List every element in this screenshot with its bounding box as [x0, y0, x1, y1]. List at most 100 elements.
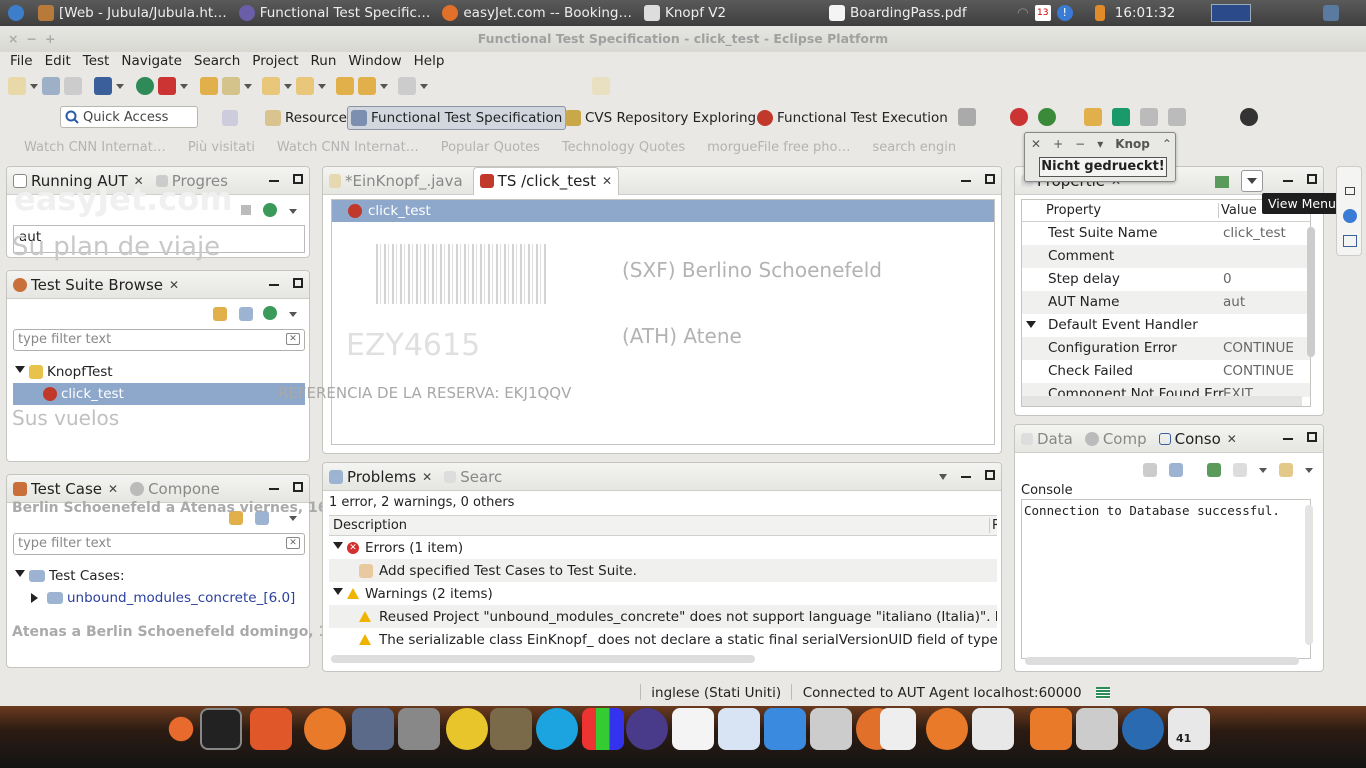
- edit-icon[interactable]: [222, 77, 240, 95]
- expand-triangle-icon[interactable]: [333, 541, 343, 554]
- shopping-bag-icon[interactable]: [250, 708, 292, 750]
- clear-filter-icon[interactable]: ✕: [286, 333, 300, 345]
- save-all-icon[interactable]: [42, 77, 60, 95]
- forward-icon[interactable]: [358, 77, 376, 95]
- settings-gear-icon[interactable]: [304, 708, 346, 750]
- collapse-all-icon[interactable]: [239, 307, 253, 321]
- run-icon[interactable]: [136, 77, 154, 95]
- column-value[interactable]: Value: [1218, 203, 1257, 218]
- column-property[interactable]: Property: [1046, 203, 1101, 218]
- perspective-functional-test-exec[interactable]: Functional Test Execution: [754, 106, 951, 130]
- calculator-icon[interactable]: [398, 708, 440, 750]
- restore-icon[interactable]: [1345, 187, 1355, 195]
- minimize-icon[interactable]: [961, 476, 971, 478]
- java-icon[interactable]: [972, 708, 1014, 750]
- test-case-filter-input[interactable]: type filter text ✕: [13, 533, 305, 555]
- help-view-icon[interactable]: [1343, 209, 1357, 223]
- clear-console-icon[interactable]: [1143, 463, 1157, 477]
- console-hscrollbar[interactable]: [1025, 657, 1299, 665]
- menu-edit[interactable]: Edit: [39, 53, 77, 69]
- maximize-icon[interactable]: [985, 174, 995, 184]
- aut-start-icon[interactable]: [1038, 108, 1056, 126]
- document-icon[interactable]: [718, 708, 760, 750]
- next-dropdown-icon[interactable]: [420, 77, 428, 95]
- console-vscrollbar[interactable]: [1305, 505, 1313, 645]
- minimize-icon[interactable]: [1283, 438, 1293, 440]
- collapse-triangle-icon[interactable]: [31, 593, 43, 603]
- minimize-icon[interactable]: [269, 488, 279, 490]
- property-row-aut-name[interactable]: AUT Name aut: [1022, 291, 1310, 314]
- run-suite-dropdown-icon[interactable]: [289, 312, 297, 321]
- close-icon[interactable]: ✕: [1227, 432, 1237, 446]
- maximize-icon[interactable]: [985, 470, 995, 480]
- notification-icon[interactable]: !: [1053, 0, 1077, 26]
- edit-dropdown-icon[interactable]: [244, 77, 252, 95]
- save-dropdown-icon[interactable]: [116, 77, 124, 95]
- back-icon[interactable]: [336, 77, 354, 95]
- files-icon[interactable]: [1076, 708, 1118, 750]
- display-console-icon[interactable]: [1233, 463, 1247, 477]
- run-suite-icon[interactable]: [263, 306, 277, 320]
- dropbox-icon[interactable]: [764, 708, 806, 750]
- minimize-icon[interactable]: [269, 180, 279, 182]
- import-icon[interactable]: [262, 77, 280, 95]
- problem-group-errors[interactable]: ✕ Errors (1 item): [329, 536, 997, 559]
- menu-project[interactable]: Project: [246, 53, 304, 69]
- menu-file[interactable]: File: [4, 53, 39, 69]
- property-row-test-suite-name[interactable]: Test Suite Name click_test: [1022, 222, 1310, 245]
- pause-icon[interactable]: [1168, 108, 1186, 126]
- record-icon[interactable]: [1010, 108, 1028, 126]
- system-settings-icon[interactable]: [926, 708, 968, 750]
- perspective-cvs[interactable]: CVS Repository Exploring: [562, 106, 759, 130]
- eclipse-dock-icon[interactable]: [626, 708, 668, 750]
- expand-triangle-icon[interactable]: [1026, 321, 1036, 333]
- tab-search[interactable]: Searc: [438, 463, 508, 491]
- scroll-lock-icon[interactable]: [1169, 463, 1183, 477]
- property-row-comment[interactable]: Comment: [1022, 245, 1310, 268]
- stop-aut-icon[interactable]: [241, 205, 251, 215]
- expand-triangle-icon[interactable]: [15, 366, 25, 378]
- maximize-icon[interactable]: [293, 482, 303, 492]
- calendar-icon[interactable]: 13: [1033, 0, 1053, 26]
- quick-access-input[interactable]: Quick Access: [60, 106, 198, 128]
- open-console-icon[interactable]: [1279, 463, 1293, 477]
- close-icon[interactable]: ✕: [422, 470, 432, 484]
- writer-icon[interactable]: [672, 708, 714, 750]
- property-row-default-event-handler[interactable]: Default Event Handler: [1022, 314, 1310, 337]
- problem-row[interactable]: Reused Project "unbound_modules_concrete…: [329, 605, 997, 628]
- ubuntu-menu-icon[interactable]: [0, 0, 32, 26]
- map-icon[interactable]: [1084, 108, 1102, 126]
- debug-icon[interactable]: [158, 77, 176, 95]
- tab-problems[interactable]: Problems ✕: [323, 463, 438, 491]
- export-dropdown-icon[interactable]: [318, 77, 326, 95]
- maximize-icon[interactable]: +: [1053, 137, 1063, 151]
- properties-hscrollbar[interactable]: [1022, 396, 1302, 406]
- tab-ts-click-test[interactable]: TS /click_test ✕: [472, 166, 620, 195]
- user-icon[interactable]: [1317, 0, 1345, 26]
- close-icon[interactable]: ✕: [1031, 137, 1041, 151]
- pin-view-icon[interactable]: [1215, 176, 1229, 188]
- menu-navigate[interactable]: Navigate: [115, 53, 188, 69]
- teapot-icon[interactable]: [446, 708, 488, 750]
- properties-vscrollbar[interactable]: [1307, 227, 1315, 357]
- bug-icon[interactable]: [1240, 108, 1258, 126]
- maximize-icon[interactable]: [293, 278, 303, 288]
- start-aut-icon[interactable]: [263, 203, 277, 217]
- tree-item-test-cases[interactable]: Test Cases:: [13, 565, 305, 587]
- pin-icon[interactable]: [592, 77, 610, 95]
- console-output[interactable]: Connection to Database successful.: [1021, 499, 1311, 659]
- tab-test-case-browser[interactable]: Test Case ✕: [7, 475, 124, 503]
- expand-triangle-icon[interactable]: [333, 587, 343, 600]
- menu-window[interactable]: Window: [342, 53, 407, 69]
- problems-hscrollbar[interactable]: [331, 655, 755, 663]
- menu-dropdown-icon[interactable]: ▾: [1097, 137, 1103, 151]
- window-buttons[interactable]: ×−+: [8, 26, 63, 52]
- stop-icon[interactable]: [1140, 108, 1158, 126]
- clear-filter-icon[interactable]: ✕: [286, 537, 300, 549]
- export-icon[interactable]: [296, 77, 314, 95]
- property-row-configuration-error[interactable]: Configuration Error CONTINUE: [1022, 337, 1310, 360]
- menu-run[interactable]: Run: [305, 53, 343, 69]
- open-folder-icon[interactable]: [200, 77, 218, 95]
- column-resource[interactable]: R: [989, 518, 997, 533]
- display-console-dropdown-icon[interactable]: [1259, 461, 1267, 479]
